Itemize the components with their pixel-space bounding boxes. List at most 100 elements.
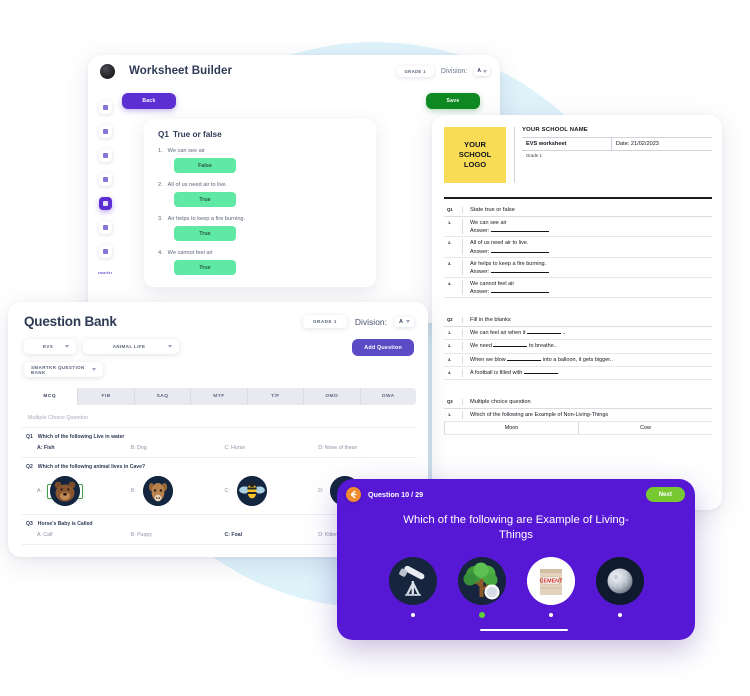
document-row: 2. We need to breathe.. bbox=[444, 340, 712, 354]
tab-fib[interactable]: FIB bbox=[78, 388, 135, 405]
sidebar-item-dashboard[interactable] bbox=[98, 101, 112, 114]
grade-pill[interactable]: GRADE 1 bbox=[302, 315, 347, 328]
grade-pill[interactable]: GRADE 1 bbox=[396, 65, 434, 77]
back-arrow-icon[interactable] bbox=[346, 487, 361, 502]
row-number: 1. bbox=[448, 412, 452, 417]
tab-mcq[interactable]: MCQ bbox=[22, 388, 79, 405]
option-a[interactable]: A: Calf bbox=[37, 532, 131, 538]
question-editor-card: Q1 True or false 1. We can see air False … bbox=[144, 119, 376, 287]
sidebar-item-book[interactable] bbox=[98, 125, 112, 138]
row-number: 2. bbox=[448, 240, 452, 246]
quiz-option-1[interactable] bbox=[388, 557, 437, 618]
document-section-q3: Q3 Multiple choice question 1. Which of … bbox=[444, 399, 712, 436]
option-thumb[interactable] bbox=[141, 474, 175, 508]
save-button[interactable]: Save bbox=[426, 93, 480, 109]
back-button[interactable]: Back bbox=[122, 93, 176, 109]
answer-chip[interactable]: True bbox=[174, 260, 236, 275]
sidebar-item-chart[interactable] bbox=[98, 173, 112, 186]
fill-blank bbox=[527, 333, 562, 334]
row-number: 3. bbox=[448, 260, 452, 266]
tab-omo[interactable]: OMO bbox=[304, 388, 361, 405]
item-index: 1. bbox=[158, 148, 163, 154]
answer-blank bbox=[491, 251, 550, 253]
tab-saq[interactable]: SAQ bbox=[135, 388, 192, 405]
tab-mtf[interactable]: MTF bbox=[191, 388, 248, 405]
sidebar-item-worksheet[interactable] bbox=[98, 197, 112, 210]
answer-chip[interactable]: True bbox=[174, 226, 236, 241]
subject-value: EVS bbox=[42, 344, 54, 349]
topic-select[interactable]: ANIMAL LIFE bbox=[83, 339, 179, 354]
question-header: Q1 Which of the following Live in water bbox=[26, 434, 412, 440]
option-c[interactable]: C: Foal bbox=[225, 532, 319, 538]
tree-icon bbox=[457, 557, 506, 605]
worksheet-document-preview: YOUR SCHOOL LOGO YOUR SCHOOL NAME EVS wo… bbox=[432, 115, 722, 510]
row-number: 1. bbox=[448, 330, 452, 335]
quiz-option-3[interactable]: CEMENT bbox=[526, 557, 575, 618]
row-number: 4. bbox=[448, 280, 452, 286]
blank-pre: We need bbox=[470, 343, 492, 350]
quiz-option-2[interactable] bbox=[457, 557, 506, 618]
option-b[interactable]: B: Puppy bbox=[131, 532, 225, 538]
question-item: 4. We cannot feel air bbox=[158, 250, 362, 256]
worksheet-icon bbox=[102, 201, 108, 206]
option-b[interactable]: B: Dog bbox=[131, 445, 225, 451]
question-number: Q3 bbox=[26, 521, 33, 527]
division-label: Division: bbox=[440, 67, 468, 75]
question-number: Q2 bbox=[26, 464, 33, 470]
question-type-tabs: MCQ FIB SAQ MTF T/F OMO OWA bbox=[22, 388, 416, 405]
option-b[interactable]: B: bbox=[131, 474, 225, 508]
item-text: We can see air bbox=[167, 148, 205, 154]
option-c[interactable]: C: bbox=[225, 474, 319, 508]
answer-chip[interactable]: True bbox=[174, 192, 236, 207]
moon-icon bbox=[595, 557, 644, 605]
question-header: Q2 Which of the following animal lives i… bbox=[26, 464, 412, 470]
option-letter: A: bbox=[37, 488, 42, 494]
chevron-down-icon bbox=[168, 345, 172, 348]
item-index: 2. bbox=[158, 182, 163, 188]
list-item[interactable]: Q1 Which of the following Live in water … bbox=[22, 428, 416, 458]
sidebar-item-calendar[interactable] bbox=[98, 149, 112, 162]
option-a[interactable]: A: bbox=[37, 476, 131, 506]
option-thumb-selected[interactable] bbox=[46, 476, 83, 506]
answer-blank bbox=[491, 292, 550, 293]
tab-owa[interactable]: OWA bbox=[361, 388, 416, 405]
document-row: 2. All of us need air to live. Answer: bbox=[444, 237, 712, 258]
answer-line: Answer: bbox=[470, 269, 712, 275]
option-d[interactable]: D: None of these bbox=[318, 445, 412, 451]
logo-line-3: LOGO bbox=[463, 160, 487, 169]
document-row: 3. When we blow into a balloon, it gets … bbox=[444, 354, 712, 367]
division-select[interactable]: A bbox=[474, 66, 490, 76]
add-question-button[interactable]: Add Question bbox=[352, 339, 414, 356]
answer-line: Answer: bbox=[470, 249, 712, 255]
option-a[interactable]: A: Fish bbox=[37, 445, 131, 451]
blank-pre: We can feel air when it bbox=[470, 330, 526, 336]
quiz-header: Question 10 / 29 Next bbox=[337, 479, 695, 502]
answer-label: Answer: bbox=[470, 268, 490, 275]
bank-value: SMARTKR QUESTION BANK bbox=[31, 364, 85, 375]
question-text: Horse's Baby is Called bbox=[37, 521, 93, 527]
logo-line-1: YOUR bbox=[464, 139, 486, 149]
subject-select[interactable]: EVS bbox=[24, 339, 76, 354]
section-label: Q2 bbox=[447, 317, 453, 322]
sidebar-item-settings[interactable] bbox=[98, 245, 112, 258]
worksheet-grade: Grade 1 bbox=[526, 153, 542, 158]
quiz-option-4[interactable] bbox=[595, 557, 644, 618]
section-title: Multiple choice question bbox=[462, 399, 712, 405]
avatar[interactable] bbox=[100, 63, 115, 79]
question-bank-select[interactable]: SMARTKR QUESTION BANK bbox=[24, 362, 103, 377]
row-text: We cannot feel air bbox=[470, 280, 515, 287]
option-thumb[interactable] bbox=[235, 474, 269, 508]
division-select[interactable]: A bbox=[395, 316, 414, 327]
tab-tf[interactable]: T/F bbox=[248, 388, 305, 405]
option-indicator-selected bbox=[478, 612, 485, 618]
next-button[interactable]: Next bbox=[645, 487, 685, 502]
mcq-options-row: Moon Cow bbox=[444, 422, 712, 436]
option-letter: D: bbox=[318, 488, 324, 494]
option-indicator bbox=[410, 613, 415, 617]
question-number: Q1 bbox=[158, 130, 169, 139]
answer-blank bbox=[491, 271, 550, 273]
sidebar-item-report[interactable] bbox=[98, 221, 112, 234]
option-c[interactable]: C: Horse bbox=[225, 445, 319, 451]
document-row: 1. We can see air Answer: bbox=[444, 217, 712, 238]
answer-chip[interactable]: False bbox=[174, 158, 236, 173]
